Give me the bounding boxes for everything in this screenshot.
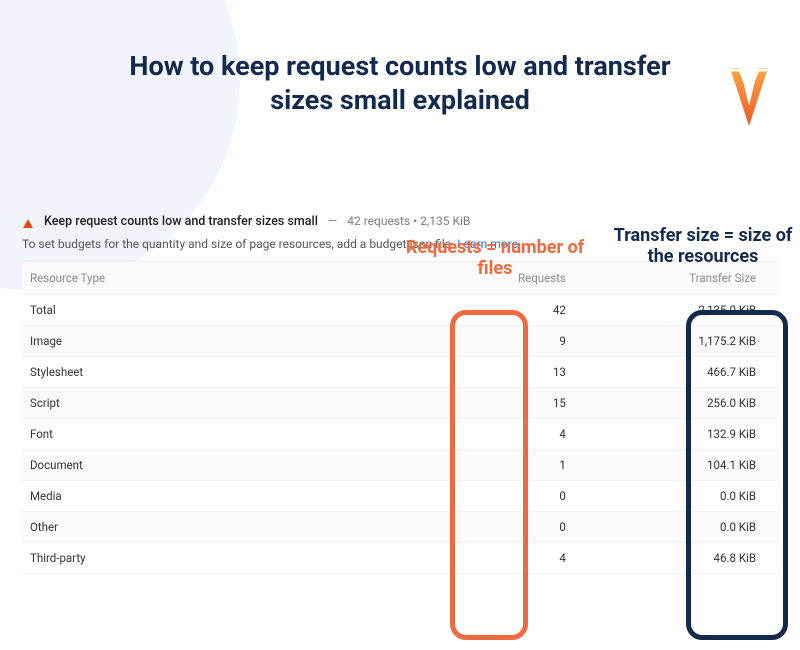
cell-requests: 0 bbox=[438, 511, 574, 542]
cell-transfer-size: 132.9 KiB bbox=[574, 418, 778, 449]
cell-requests: 0 bbox=[438, 480, 574, 511]
brand-logo-icon bbox=[726, 66, 772, 128]
cell-resource-type: Media bbox=[22, 480, 438, 511]
cell-requests: 15 bbox=[438, 387, 574, 418]
cell-requests: 9 bbox=[438, 325, 574, 356]
cell-requests: 13 bbox=[438, 356, 574, 387]
table-row: Document1104.1 KiB bbox=[22, 449, 778, 480]
cell-transfer-size: 0.0 KiB bbox=[574, 511, 778, 542]
cell-resource-type: Stylesheet bbox=[22, 356, 438, 387]
table-row: Stylesheet13466.7 KiB bbox=[22, 356, 778, 387]
cell-resource-type: Total bbox=[22, 294, 438, 325]
cell-requests: 1 bbox=[438, 449, 574, 480]
cell-requests: 4 bbox=[438, 418, 574, 449]
cell-transfer-size: 466.7 KiB bbox=[574, 356, 778, 387]
table-row: Script15256.0 KiB bbox=[22, 387, 778, 418]
cell-resource-type: Document bbox=[22, 449, 438, 480]
cell-requests: 4 bbox=[438, 542, 574, 573]
cell-resource-type: Image bbox=[22, 325, 438, 356]
annotation-requests: Requests = number of files bbox=[400, 238, 590, 279]
audit-summary: 42 requests • 2,135 KiB bbox=[347, 214, 470, 228]
warning-triangle-icon bbox=[22, 215, 34, 227]
audit-title: Keep request counts low and transfer siz… bbox=[44, 214, 318, 229]
annotation-transfer: Transfer size = size of the resources bbox=[608, 226, 798, 267]
table-row: Font4132.9 KiB bbox=[22, 418, 778, 449]
col-resource-type: Resource Type bbox=[22, 261, 438, 294]
cell-resource-type: Script bbox=[22, 387, 438, 418]
audit-summary-separator: — bbox=[328, 214, 337, 228]
cell-transfer-size: 0.0 KiB bbox=[574, 480, 778, 511]
cell-transfer-size: 2,135.0 KiB bbox=[574, 294, 778, 325]
table-row: Third-party446.8 KiB bbox=[22, 542, 778, 573]
cell-transfer-size: 104.1 KiB bbox=[574, 449, 778, 480]
cell-transfer-size: 1,175.2 KiB bbox=[574, 325, 778, 356]
cell-transfer-size: 46.8 KiB bbox=[574, 542, 778, 573]
resource-table: Resource Type Requests Transfer Size Tot… bbox=[22, 261, 778, 574]
table-row: Other00.0 KiB bbox=[22, 511, 778, 542]
cell-resource-type: Third-party bbox=[22, 542, 438, 573]
table-row: Total422,135.0 KiB bbox=[22, 294, 778, 325]
table-row: Media00.0 KiB bbox=[22, 480, 778, 511]
table-row: Image91,175.2 KiB bbox=[22, 325, 778, 356]
cell-requests: 42 bbox=[438, 294, 574, 325]
cell-resource-type: Other bbox=[22, 511, 438, 542]
audit-subtext-pre: To set budgets for the quantity and size… bbox=[22, 237, 457, 251]
cell-resource-type: Font bbox=[22, 418, 438, 449]
cell-transfer-size: 256.0 KiB bbox=[574, 387, 778, 418]
page-title: How to keep request counts low and trans… bbox=[120, 50, 680, 118]
